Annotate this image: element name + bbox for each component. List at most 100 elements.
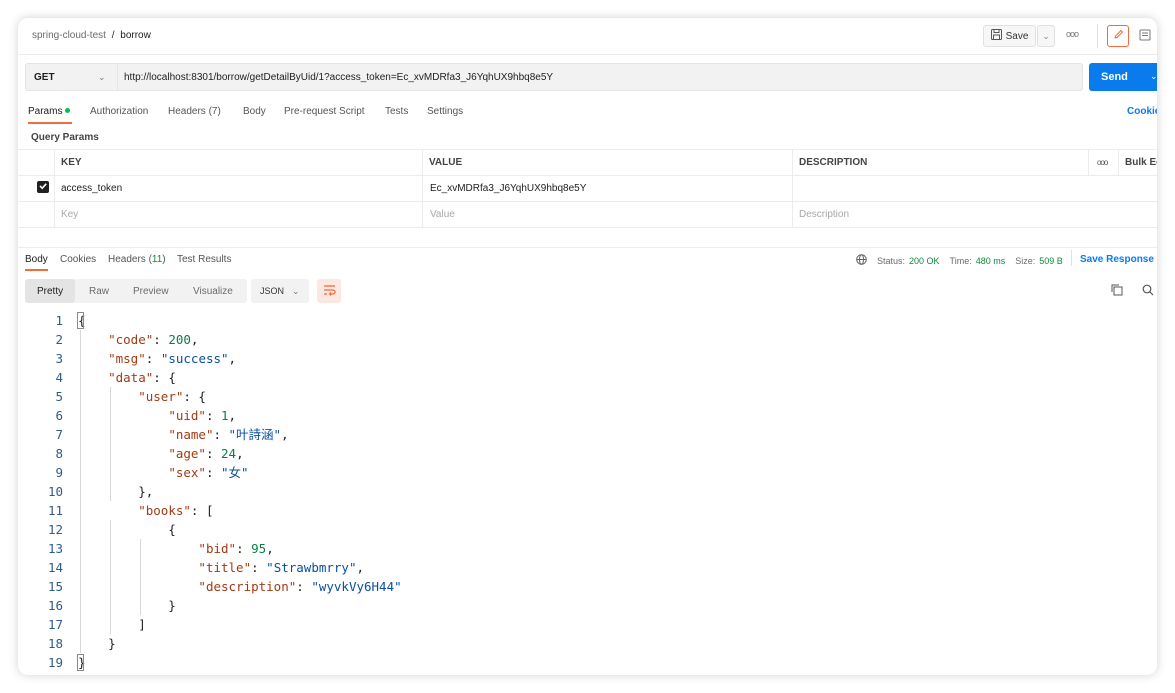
line-number: 7 (55, 427, 63, 442)
code-text: "title": "Strawbmrry", (198, 560, 365, 575)
tab-tests[interactable]: Tests (385, 106, 408, 117)
pencil-icon (1113, 29, 1124, 43)
tab-pre-request-script[interactable]: Pre-request Script (284, 106, 365, 117)
tab-settings[interactable]: Settings (427, 106, 463, 117)
globe-icon[interactable] (856, 254, 867, 267)
table-border (1088, 149, 1089, 175)
headers-count: 11 (151, 254, 163, 265)
wrap-lines-button[interactable] (317, 279, 341, 303)
line-number: 17 (47, 617, 63, 632)
url-input[interactable]: http://localhost:8301/borrow/getDetailBy… (117, 63, 1083, 91)
status-label: Status: (877, 255, 906, 266)
chevron-down-icon: ⌄ (98, 72, 106, 82)
line-number: 10 (47, 484, 63, 499)
table-border (1118, 149, 1119, 175)
line-number: 12 (47, 522, 63, 537)
table-border (54, 149, 55, 227)
size-value[interactable]: 509 B (1039, 256, 1063, 266)
line-number: 11 (47, 503, 63, 518)
chevron-down-icon: ⌄ (1042, 30, 1050, 41)
time-label: Time: (949, 255, 972, 266)
new-param-value-input[interactable]: Value (430, 209, 455, 220)
breadcrumb-separator: / (111, 30, 115, 41)
documentation-button[interactable] (1134, 25, 1156, 47)
response-tab-headers-close: ) (162, 254, 166, 265)
table-border (18, 175, 1157, 176)
tab-params[interactable]: Params (28, 106, 71, 117)
code-text: "books": [ (138, 503, 214, 518)
send-button[interactable]: Send (1089, 63, 1157, 91)
active-tab-indicator (25, 269, 48, 271)
status-value[interactable]: 200 OK (909, 256, 940, 266)
line-number: 8 (55, 446, 63, 461)
table-border (18, 201, 1157, 202)
tab-body[interactable]: Body (243, 106, 266, 117)
line-number: 9 (55, 465, 63, 480)
cookies-link[interactable]: Cookie (1127, 106, 1157, 117)
line-number: 1 (55, 313, 63, 328)
indent-guide (110, 387, 112, 501)
brace-match-highlight (77, 312, 84, 329)
save-options-button[interactable]: ⌄ (1037, 25, 1055, 47)
more-options-icon[interactable]: ooo (1066, 29, 1079, 39)
save-response-button[interactable]: Save Response (1080, 254, 1154, 265)
view-mode-pretty[interactable]: Pretty (25, 279, 76, 303)
table-border (18, 227, 1157, 228)
response-tab-body[interactable]: Body (25, 254, 48, 265)
active-dot-icon (65, 108, 71, 113)
tab-authorization[interactable]: Authorization (90, 106, 148, 117)
bulk-edit-link[interactable]: Bulk Ec (1125, 157, 1157, 168)
param-key-input[interactable]: access_token (61, 183, 122, 194)
code-text: "user": { (138, 389, 206, 404)
divider (18, 54, 1157, 55)
breadcrumb: spring-cloud-test / borrow (32, 30, 151, 41)
postman-window: spring-cloud-test / borrow Save ⌄ ooo GE… (18, 18, 1157, 675)
breadcrumb-collection[interactable]: spring-cloud-test (32, 30, 106, 41)
code-text: "sex": "女" (168, 465, 249, 480)
view-mode-raw[interactable]: Raw (89, 279, 109, 303)
format-select[interactable]: JSON ⌄ (251, 279, 309, 303)
code-text: "bid": 95, (198, 541, 274, 556)
chevron-down-icon[interactable]: ⌄ (1150, 71, 1157, 82)
divider (1071, 250, 1072, 266)
param-enabled-checkbox[interactable] (37, 181, 49, 193)
table-border (792, 149, 793, 227)
breadcrumb-request: borrow (120, 30, 151, 41)
save-label: Save (1005, 30, 1029, 42)
code-text: } (78, 598, 176, 613)
edit-button[interactable] (1107, 25, 1129, 47)
line-number: 19 (47, 655, 63, 670)
code-text: } (78, 636, 116, 651)
view-mode-visualize[interactable]: Visualize (193, 279, 233, 303)
line-number: 5 (55, 389, 63, 404)
check-icon (38, 181, 48, 194)
tab-headers[interactable]: Headers (7) (168, 106, 221, 117)
response-tab-headers[interactable]: Headers (11) (108, 254, 166, 265)
code-text: { (78, 522, 176, 537)
response-tab-test-results[interactable]: Test Results (177, 254, 231, 265)
comment-icon (1139, 29, 1151, 44)
copy-icon[interactable] (1111, 284, 1123, 299)
view-mode-preview[interactable]: Preview (133, 279, 169, 303)
size-label: Size: (1015, 255, 1036, 266)
code-text: "code": 200, (108, 332, 199, 347)
response-tab-cookies[interactable]: Cookies (60, 254, 96, 265)
divider (18, 247, 1157, 248)
column-header-key: KEY (61, 157, 82, 168)
line-number: 13 (47, 541, 63, 556)
code-text: "data": { (108, 370, 176, 385)
param-value-input[interactable]: Ec_xvMDRfa3_J6YqhUX9hbq8e5Y (430, 183, 586, 194)
tab-params-label: Params (28, 106, 63, 117)
new-param-key-input[interactable]: Key (61, 209, 78, 220)
new-param-description-input[interactable]: Description (799, 209, 849, 220)
time-value[interactable]: 480 ms (976, 256, 1006, 266)
save-button[interactable]: Save (983, 25, 1036, 47)
code-text: "uid": 1, (168, 408, 237, 423)
wrap-lines-icon (323, 284, 336, 299)
table-border (422, 149, 423, 227)
line-number: 3 (55, 351, 63, 366)
more-options-icon[interactable]: ooo (1097, 158, 1108, 167)
search-icon[interactable] (1142, 284, 1154, 299)
indent-guide (110, 520, 112, 634)
line-number: 4 (55, 370, 63, 385)
